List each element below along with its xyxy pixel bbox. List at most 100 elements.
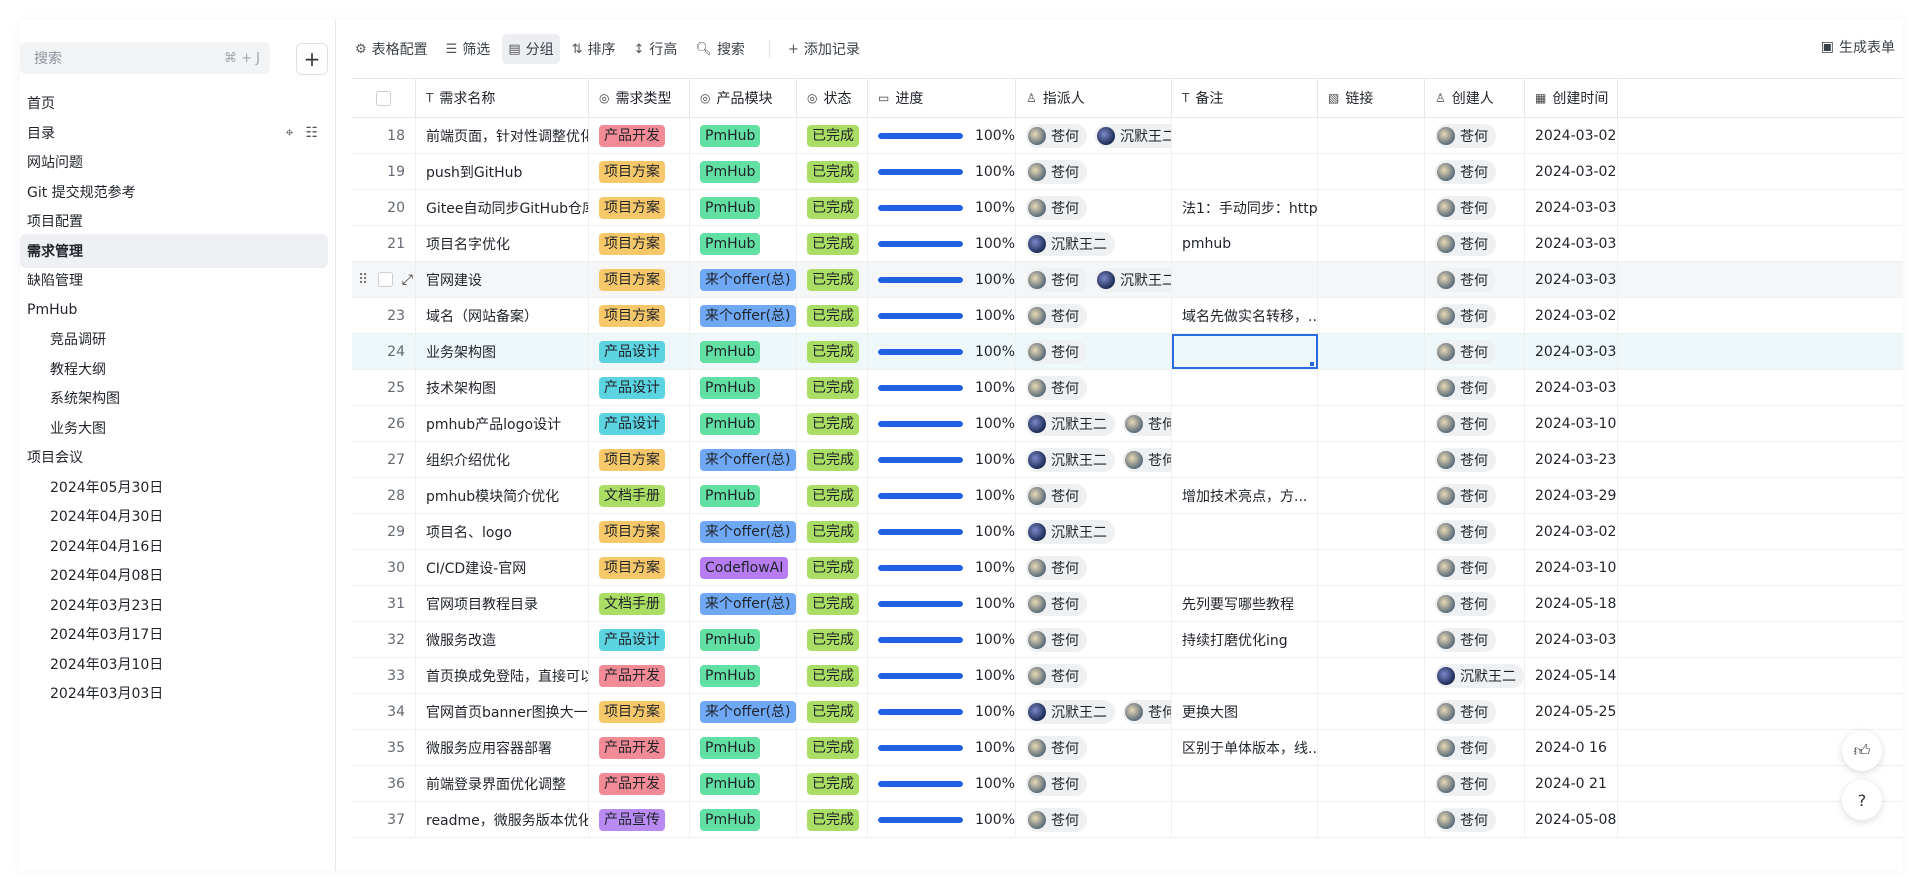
table-row[interactable]: 24 业务架构图 产品设计 PmHub 已完成 100% 苍何 苍何 2024-03-03 01 [352, 334, 1903, 370]
table-row[interactable]: 37 readme，微服务版本优化 产品宣传 PmHub 已完成 100% 苍何 苍何 2024… [352, 802, 1903, 838]
requirement-type-cell[interactable]: 项目方案 [589, 514, 690, 549]
product-module-cell[interactable]: 来个offer(总) [690, 442, 797, 477]
progress-cell[interactable]: 100% [868, 298, 1016, 333]
link-cell[interactable] [1318, 298, 1425, 333]
requirement-name-cell[interactable]: 官网建设 [416, 262, 589, 297]
requirement-type-cell[interactable]: 产品设计 [589, 334, 690, 369]
requirement-type-cell[interactable]: 产品开发 [589, 118, 690, 153]
note-cell[interactable]: 先列要写哪些教程 [1172, 586, 1318, 621]
requirement-name-cell[interactable]: push到GitHub [416, 154, 589, 189]
assignee-cell[interactable]: 沉默王二 [1016, 514, 1172, 549]
product-module-cell[interactable]: PmHub [690, 730, 797, 765]
requirement-type-cell[interactable]: 产品宣传 [589, 802, 690, 837]
status-cell[interactable]: 已完成 [797, 370, 868, 405]
status-cell[interactable]: 已完成 [797, 118, 868, 153]
select-all-checkbox[interactable] [376, 90, 391, 106]
note-cell[interactable]: 法1：手动同步：https:... [1172, 190, 1318, 225]
product-module-cell[interactable]: 来个offer(总) [690, 586, 797, 621]
progress-cell[interactable]: 100% [868, 190, 1016, 225]
creator-cell[interactable]: 苍何 [1425, 118, 1525, 153]
assignee-cell[interactable]: 沉默王二 [1016, 226, 1172, 261]
link-cell[interactable] [1318, 802, 1425, 837]
progress-cell[interactable]: 100% [868, 226, 1016, 261]
column-header[interactable]: T 备注 [1172, 79, 1318, 117]
link-cell[interactable] [1318, 766, 1425, 801]
assignee-cell[interactable]: 苍何 沉默王二 [1016, 118, 1172, 153]
link-cell[interactable] [1318, 154, 1425, 189]
table-row[interactable]: 23 域名（网站备案） 项目方案 来个offer(总) 已完成 100% 苍何 域名先做实名转… [352, 298, 1903, 334]
note-cell[interactable]: 域名先做实名转移，... [1172, 298, 1318, 333]
row-height-button[interactable]: ↕ 行高 [628, 34, 684, 64]
progress-cell[interactable]: 100% [868, 442, 1016, 477]
note-cell[interactable] [1172, 262, 1318, 297]
link-cell[interactable] [1318, 586, 1425, 621]
link-cell[interactable] [1318, 514, 1425, 549]
product-module-cell[interactable]: PmHub [690, 658, 797, 693]
table-row[interactable]: 27 组织介绍优化 项目方案 来个offer(总) 已完成 100% 沉默王二 苍何 苍何 202… [352, 442, 1903, 478]
link-cell[interactable] [1318, 370, 1425, 405]
requirement-type-cell[interactable]: 产品设计 [589, 406, 690, 441]
product-module-cell[interactable]: PmHub [690, 334, 797, 369]
link-cell[interactable] [1318, 118, 1425, 153]
requirement-name-cell[interactable]: CI/CD建设-官网 [416, 550, 589, 585]
link-cell[interactable] [1318, 190, 1425, 225]
requirement-name-cell[interactable]: Gitee自动同步GitHub仓库 [416, 190, 589, 225]
requirement-name-cell[interactable]: 首页换成免登陆，直接可以... [416, 658, 589, 693]
progress-cell[interactable]: 100% [868, 730, 1016, 765]
status-cell[interactable]: 已完成 [797, 262, 868, 297]
requirement-name-cell[interactable]: pmhub模块简介优化 [416, 478, 589, 513]
note-cell[interactable] [1172, 514, 1318, 549]
progress-cell[interactable]: 100% [868, 550, 1016, 585]
progress-cell[interactable]: 100% [868, 334, 1016, 369]
table-row[interactable]: 30 CI/CD建设-官网 项目方案 CodeflowAI 已完成 100% 苍何 苍何 202… [352, 550, 1903, 586]
link-cell[interactable] [1318, 334, 1425, 369]
requirement-name-cell[interactable]: pmhub产品logo设计 [416, 406, 589, 441]
table-row[interactable]: 26 pmhub产品logo设计 产品设计 PmHub 已完成 100% 沉默王二 苍何 苍何 2… [352, 406, 1903, 442]
note-cell[interactable]: 持续打磨优化ing [1172, 622, 1318, 657]
creator-cell[interactable]: 沉默王二 [1425, 658, 1525, 693]
add-record-button[interactable]: + 添加记录 [782, 34, 866, 64]
list-icon[interactable]: ☷ [305, 125, 318, 141]
note-cell[interactable] [1172, 406, 1318, 441]
table-row[interactable]: 34 官网首页banner图换大一点 项目方案 来个offer(总) 已完成 100% 沉默… [352, 694, 1903, 730]
requirement-type-cell[interactable]: 产品设计 [589, 370, 690, 405]
help-button[interactable]: ? [1842, 780, 1882, 820]
status-cell[interactable]: 已完成 [797, 514, 868, 549]
status-cell[interactable]: 已完成 [797, 730, 868, 765]
status-cell[interactable]: 已完成 [797, 442, 868, 477]
creator-cell[interactable]: 苍何 [1425, 370, 1525, 405]
note-cell[interactable]: pmhub [1172, 226, 1318, 261]
table-row[interactable]: 31 官网项目教程目录 文档手册 来个offer(总) 已完成 100% 苍何 先列要写哪些教… [352, 586, 1903, 622]
requirement-name-cell[interactable]: 前端登录界面优化调整 [416, 766, 589, 801]
sort-button[interactable]: ⇅ 排序 [566, 34, 622, 64]
link-cell[interactable] [1318, 730, 1425, 765]
product-module-cell[interactable]: PmHub [690, 478, 797, 513]
column-header[interactable]: ◎ 产品模块 [690, 79, 797, 117]
note-cell[interactable] [1172, 550, 1318, 585]
product-module-cell[interactable]: PmHub [690, 802, 797, 837]
progress-cell[interactable]: 100% [868, 406, 1016, 441]
note-cell[interactable] [1172, 658, 1318, 693]
status-cell[interactable]: 已完成 [797, 622, 868, 657]
note-cell[interactable] [1172, 766, 1318, 801]
assignee-cell[interactable]: 苍何 [1016, 334, 1172, 369]
creator-cell[interactable]: 苍何 [1425, 622, 1525, 657]
status-cell[interactable]: 已完成 [797, 478, 868, 513]
assignee-cell[interactable]: 苍何 [1016, 730, 1172, 765]
expand-icon[interactable]: ⤢ [402, 272, 413, 288]
requirement-type-cell[interactable]: 文档手册 [589, 586, 690, 621]
requirement-type-cell[interactable]: 项目方案 [589, 298, 690, 333]
product-module-cell[interactable]: PmHub [690, 406, 797, 441]
table-row[interactable]: ⠿ ⤢ 官网建设 项目方案 来个offer(总) 已完成 100% 苍何 沉默王二 苍何 2024-… [352, 262, 1903, 298]
link-cell[interactable] [1318, 622, 1425, 657]
requirement-type-cell[interactable]: 项目方案 [589, 190, 690, 225]
requirement-name-cell[interactable]: 前端页面，针对性调整优化 [416, 118, 589, 153]
column-header[interactable]: ♙ 指派人 [1016, 79, 1172, 117]
creator-cell[interactable]: 苍何 [1425, 730, 1525, 765]
progress-cell[interactable]: 100% [868, 766, 1016, 801]
progress-cell[interactable]: 100% [868, 802, 1016, 837]
product-module-cell[interactable]: PmHub [690, 622, 797, 657]
column-header[interactable]: ♙ 创建人 [1425, 79, 1525, 117]
assignee-cell[interactable]: 沉默王二 苍何 [1016, 694, 1172, 729]
table-row[interactable]: 33 首页换成免登陆，直接可以... 产品开发 PmHub 已完成 100% 苍何 沉默王二 2… [352, 658, 1903, 694]
